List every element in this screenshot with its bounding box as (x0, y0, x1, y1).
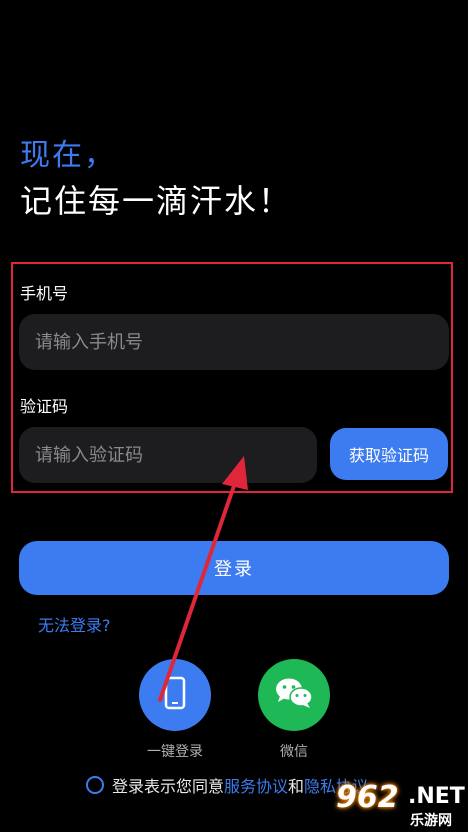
onekey-login-label: 一键登录 (147, 744, 203, 760)
watermark-domain: .NET (408, 784, 465, 809)
phone-input[interactable] (19, 314, 449, 370)
code-label: 验证码 (20, 397, 69, 416)
wechat-login-label: 微信 (280, 744, 308, 760)
phone-label: 手机号 (20, 284, 69, 303)
phone-icon (164, 676, 186, 714)
service-agreement-link[interactable]: 服务协议 (224, 773, 288, 797)
agreement-and: 和 (288, 777, 305, 796)
watermark-number: 962 (336, 780, 399, 815)
agreement-radio[interactable] (86, 776, 104, 794)
login-button[interactable]: 登录 (19, 541, 449, 595)
wechat-login-button[interactable] (258, 659, 330, 731)
cannot-login-link[interactable]: 无法登录? (38, 612, 111, 636)
wechat-icon (274, 676, 314, 714)
headline-line1: 现在， (20, 138, 116, 173)
code-input[interactable] (19, 427, 317, 483)
watermark-logo: 962 .NET 乐游网 (330, 780, 466, 830)
watermark-sub: 乐游网 (410, 813, 452, 829)
headline-line2: 记住每一滴汗水！ (20, 182, 293, 220)
get-code-button[interactable]: 获取验证码 (330, 428, 448, 480)
onekey-login-button[interactable] (139, 659, 211, 731)
agreement-row: 登录表示您同意 服务协议 和 隐私协议 (86, 773, 368, 797)
agreement-prefix: 登录表示您同意 (112, 777, 225, 796)
